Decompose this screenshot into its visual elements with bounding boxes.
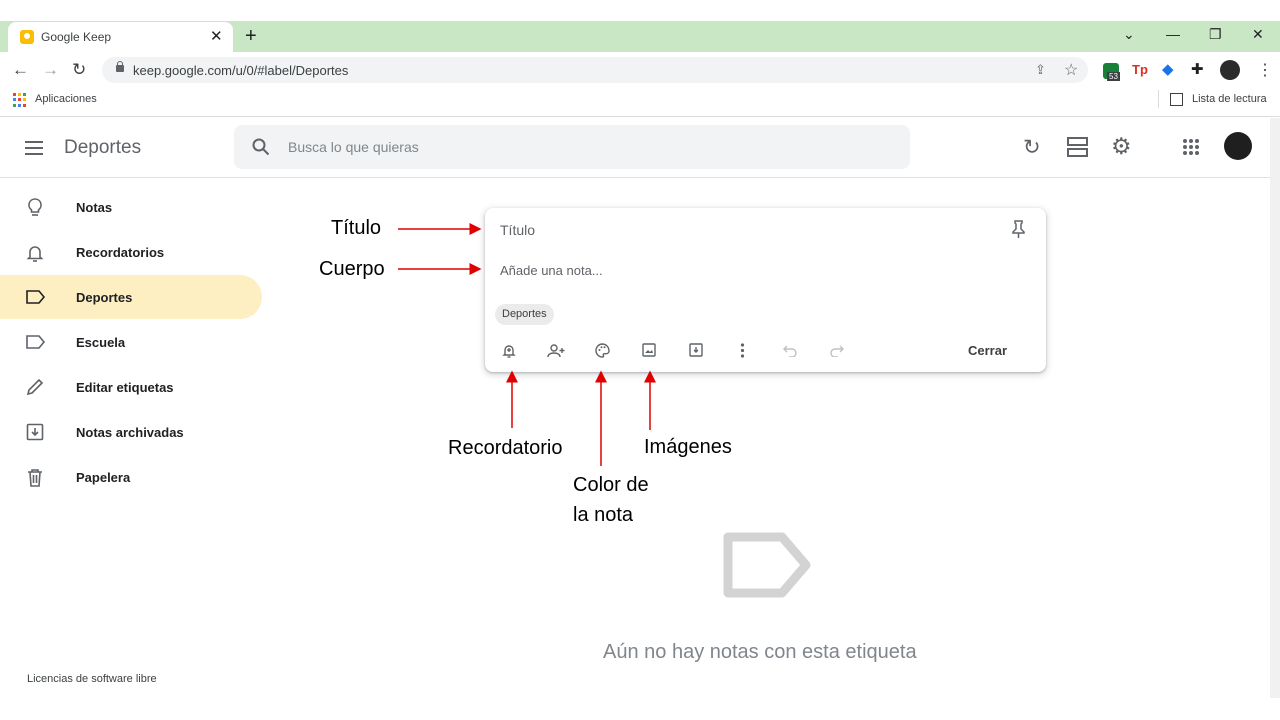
page-scrollbar[interactable] — [1270, 118, 1280, 698]
apps-grid-icon[interactable] — [13, 93, 27, 107]
list-view-icon[interactable] — [1067, 137, 1088, 157]
close-note-button[interactable]: Cerrar — [968, 343, 1007, 358]
window-close-icon[interactable]: ✕ — [1252, 26, 1264, 43]
undo-icon[interactable] — [783, 343, 797, 357]
annotation-cuerpo: Cuerpo — [319, 258, 385, 280]
keep-favicon-icon — [20, 30, 34, 44]
tab-close-icon[interactable]: ✕ — [210, 27, 223, 45]
bookmark-divider — [1158, 90, 1159, 108]
archive-icon — [26, 423, 44, 441]
empty-state-text: Aún no hay notas con esta etiqueta — [603, 641, 917, 663]
sidebar-item-label: Papelera — [76, 470, 131, 485]
archive-note-icon[interactable] — [689, 343, 703, 357]
empty-label-icon — [723, 532, 811, 598]
image-icon[interactable] — [642, 343, 656, 357]
new-tab-icon[interactable]: + — [245, 25, 257, 48]
sidebar-item-label: Deportes — [76, 290, 133, 305]
sidebar-item-label: Notas archivadas — [76, 425, 184, 440]
search-icon[interactable] — [252, 138, 270, 156]
annotation-imagenes: Imágenes — [644, 436, 732, 458]
sidebar-item-label: Notas — [76, 200, 113, 215]
bookmark-aplicaciones[interactable]: Aplicaciones — [35, 93, 97, 105]
lightbulb-icon — [28, 198, 42, 216]
open-source-licenses-link[interactable]: Licencias de software libre — [27, 673, 157, 685]
share-icon[interactable]: ⇪ — [1035, 62, 1046, 78]
refresh-icon[interactable]: ↻ — [1023, 135, 1041, 160]
google-apps-icon[interactable] — [1183, 139, 1199, 155]
settings-gear-icon[interactable]: ⚙ — [1111, 133, 1132, 160]
extension-badge: 53 — [1107, 72, 1120, 81]
palette-icon[interactable] — [595, 343, 610, 358]
label-icon — [26, 290, 46, 304]
extension-tp-icon[interactable]: Tp — [1132, 62, 1148, 77]
extension-cap-icon[interactable]: ◆ — [1162, 60, 1174, 78]
annotation-color-line1: Color de — [573, 474, 649, 496]
back-icon[interactable]: ← — [12, 60, 29, 80]
bookmarks-bar — [0, 88, 1280, 117]
reload-icon[interactable]: ↻ — [72, 60, 86, 80]
label-chip[interactable]: Deportes — [495, 304, 554, 325]
minimize-icon[interactable]: — — [1166, 26, 1180, 42]
label-icon — [26, 335, 46, 349]
more-options-icon[interactable] — [740, 343, 745, 358]
extensions-puzzle-icon[interactable]: ✚ — [1191, 60, 1204, 78]
main-menu-icon[interactable] — [25, 141, 43, 159]
restore-icon[interactable]: ❐ — [1209, 26, 1222, 43]
note-body-input[interactable]: Añade una nota... — [500, 263, 603, 278]
browser-menu-icon[interactable]: ⋮ — [1257, 60, 1273, 80]
redo-icon[interactable] — [830, 343, 844, 357]
bell-icon — [26, 246, 44, 262]
tab-title: Google Keep — [41, 30, 112, 44]
page-title: Deportes — [64, 137, 142, 158]
search-input[interactable]: Busca lo que quieras — [288, 139, 419, 155]
trash-icon — [28, 469, 42, 487]
note-editor — [485, 208, 1046, 372]
lock-icon[interactable] — [116, 61, 124, 72]
annotation-recordatorio: Recordatorio — [448, 437, 563, 459]
bookmark-star-icon[interactable]: ☆ — [1064, 60, 1078, 80]
collaborator-icon[interactable] — [547, 343, 565, 359]
annotation-titulo: Título — [331, 217, 382, 239]
sidebar-item-label: Escuela — [76, 335, 126, 350]
sidebar-item-label: Editar etiquetas — [76, 380, 174, 395]
reading-list-icon[interactable] — [1170, 93, 1183, 106]
pencil-icon — [26, 378, 44, 396]
tab-search-icon[interactable]: ⌄ — [1123, 26, 1135, 43]
url-text[interactable]: keep.google.com/u/0/#label/Deportes — [133, 63, 348, 78]
sidebar-item-label: Recordatorios — [76, 245, 165, 260]
account-avatar[interactable] — [1224, 132, 1252, 160]
note-title-input[interactable]: Título — [500, 222, 535, 238]
profile-avatar[interactable] — [1220, 60, 1240, 80]
annotation-color-line2: la nota — [573, 504, 634, 526]
remind-me-icon[interactable] — [502, 343, 516, 359]
reading-list-link[interactable]: Lista de lectura — [1192, 93, 1267, 105]
pin-icon[interactable] — [1011, 220, 1026, 239]
forward-icon[interactable]: → — [42, 60, 59, 80]
